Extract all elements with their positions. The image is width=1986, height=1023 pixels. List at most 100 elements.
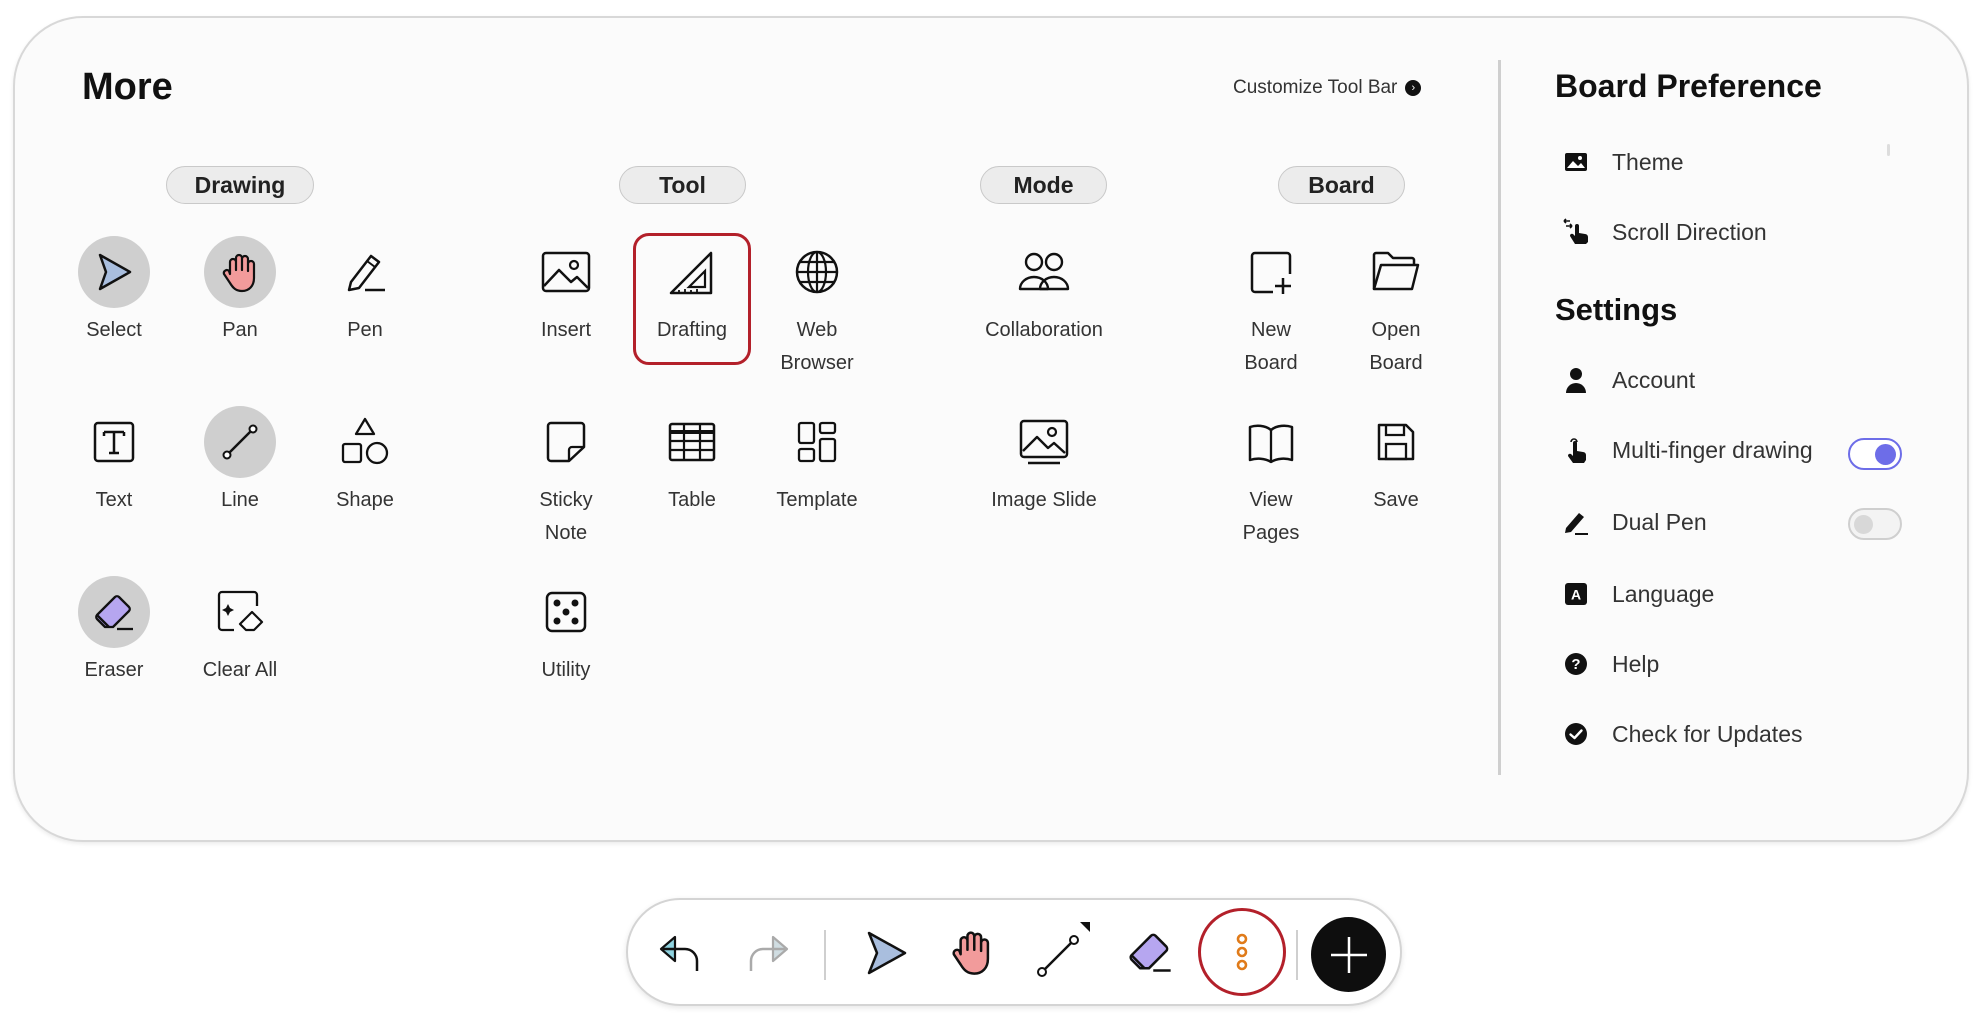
tool-view-pages[interactable]: View Pages [1201,406,1341,550]
pref-item-theme[interactable]: Theme [1562,148,1684,176]
tool-image-slide[interactable]: Image Slide [974,406,1114,517]
drafting-highlight [633,233,751,365]
folder-icon [1360,236,1432,308]
tool-select[interactable]: Select [44,236,184,347]
select-arrow-icon[interactable] [856,922,916,982]
tool-web-browser[interactable]: Web Browser [747,236,887,380]
toolbar-divider [824,930,826,980]
image-icon [530,236,602,308]
table-icon [656,406,728,478]
line-icon [204,406,276,478]
settings-item-label: Dual Pen [1612,508,1707,535]
toggle-knob [1854,515,1873,534]
tool-label: New Board [1244,319,1298,374]
tool-template[interactable]: Template [747,406,887,517]
panel-divider [1498,60,1501,775]
pref-item-scroll-direction[interactable]: Scroll Direction [1562,218,1767,246]
chevron-right-icon: › [1405,80,1422,96]
settings-item-label: Help [1612,650,1660,677]
globe-icon [781,236,853,308]
category-board: Board [1278,166,1405,204]
tool-label: Table [668,489,716,511]
tool-table[interactable]: Table [622,406,762,517]
select-arrow-icon [78,236,150,308]
clear-all-icon [204,576,276,648]
settings-item-label: Multi-finger drawing [1612,436,1813,463]
scroll-hand-icon [1562,218,1590,246]
tool-label: Eraser [84,659,144,681]
text-icon [78,406,150,478]
exit-icon[interactable] [1311,917,1386,992]
pref-item-label: Theme [1612,148,1684,175]
more-vertical-icon[interactable] [1212,922,1272,982]
settings-item-label: Account [1612,366,1696,393]
dual-pen-icon [1562,508,1590,536]
eraser-icon[interactable] [1120,922,1180,982]
tool-eraser[interactable]: Eraser [44,576,184,687]
tool-label: Select [86,319,142,341]
pref-item-label: Scroll Direction [1612,218,1767,245]
finger-icon [1562,436,1590,464]
language-icon: A [1562,580,1590,608]
tool-pen[interactable]: Pen [295,236,435,347]
tool-label: Template [776,489,858,511]
line-icon[interactable] [1032,922,1092,982]
customize-toolbar-label: Customize Tool Bar [1233,77,1398,98]
scroll-indicator [1887,144,1890,156]
tool-utility[interactable]: Utility [496,576,636,687]
image-slide-icon [1008,406,1080,478]
dual-pen-toggle[interactable] [1848,508,1902,540]
hand-icon[interactable] [942,922,1002,982]
tool-label: Collaboration [985,319,1103,341]
svg-text:A: A [1571,587,1581,603]
settings-item-multi-finger[interactable]: Multi-finger drawing [1562,436,1813,464]
settings-item-label: Language [1612,580,1715,607]
settings-item-language[interactable]: A Language [1562,580,1714,608]
tool-pan[interactable]: Pan [170,236,310,347]
settings-item-check-updates[interactable]: Check for Updates [1562,720,1802,748]
book-icon [1235,406,1307,478]
toolbar-divider [1296,930,1298,980]
image-icon [1562,148,1590,176]
new-board-icon [1235,236,1307,308]
settings-item-help[interactable]: ? Help [1562,650,1659,678]
check-circle-icon [1562,720,1590,748]
tool-open-board[interactable]: Open Board [1326,236,1466,380]
bottom-toolbar [626,898,1402,1006]
board-preference-title: Board Preference [1555,68,1822,104]
tool-sticky-note[interactable]: Sticky Note [496,406,636,550]
sticky-note-icon [530,406,602,478]
tool-label: Sticky Note [539,489,593,544]
tool-new-board[interactable]: New Board [1201,236,1341,380]
tool-label: Utility [541,659,591,681]
tool-line[interactable]: Line [170,406,310,517]
customize-toolbar-link[interactable]: Customize Tool Bar › [1233,77,1422,99]
redo-icon[interactable] [738,922,798,982]
person-icon [1562,366,1590,394]
tool-label: Open Board [1369,319,1423,374]
category-drawing: Drawing [166,166,314,204]
people-icon [1008,236,1080,308]
svg-text:?: ? [1571,656,1580,673]
tool-text[interactable]: Text [44,406,184,517]
tool-save[interactable]: Save [1326,406,1466,517]
toggle-knob [1875,444,1896,465]
panel-title: More [82,66,173,108]
tool-label: Web Browser [780,319,854,374]
tool-shape[interactable]: Shape [295,406,435,517]
tool-insert[interactable]: Insert [496,236,636,347]
multi-finger-toggle[interactable] [1848,438,1902,470]
tool-label: Pan [222,319,258,341]
tool-collaboration[interactable]: Collaboration [974,236,1114,347]
settings-item-dual-pen[interactable]: Dual Pen [1562,508,1707,536]
help-icon: ? [1562,650,1590,678]
undo-icon[interactable] [650,922,710,982]
template-icon [781,406,853,478]
eraser-icon [78,576,150,648]
settings-title: Settings [1555,292,1678,327]
dice-icon [530,576,602,648]
settings-item-account[interactable]: Account [1562,366,1695,394]
tool-clear-all[interactable]: Clear All [170,576,310,687]
category-tool: Tool [619,166,746,204]
settings-item-label: Check for Updates [1612,720,1803,747]
